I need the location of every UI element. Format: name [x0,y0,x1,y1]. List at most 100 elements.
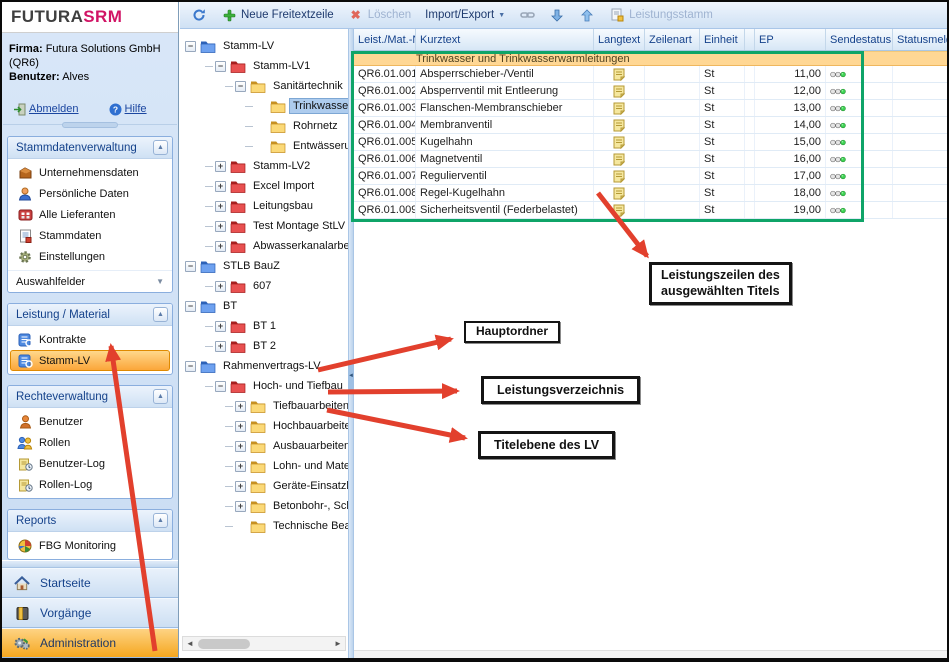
expand-node-icon[interactable]: + [235,501,246,512]
collapse-node-icon[interactable]: − [185,361,196,372]
cell-langtext[interactable] [594,202,645,218]
menu-section-header[interactable]: Reports▲ [8,510,172,532]
cell-langtext[interactable] [594,151,645,167]
expand-node-icon[interactable]: + [235,401,246,412]
tree-node[interactable]: +Stamm-LV2 [185,156,348,176]
scroll-left-icon[interactable]: ◄ [183,639,197,648]
column-header-EP[interactable]: EP [755,29,826,50]
expand-node-icon[interactable]: + [215,281,226,292]
collapse-node-icon[interactable]: − [185,261,196,272]
column-header-Kurztext[interactable]: Kurztext [416,29,594,50]
sidebar-item-persönliche-daten[interactable]: Persönliche Daten [10,183,170,204]
tree-node[interactable]: −STLB BauZ [185,256,348,276]
tree-node[interactable]: Entwässerung [185,136,348,156]
table-row[interactable]: QR6.01.0010Absperrschieber-/VentilSt11,0… [354,66,947,83]
tree-node[interactable]: +Geräte-Einsatzliste [185,476,348,496]
table-row[interactable]: QR6.01.0060MagnetventilSt16,00 [354,151,947,168]
expand-node-icon[interactable]: + [215,241,226,252]
collapse-node-icon[interactable]: − [185,41,196,52]
tree-node[interactable]: +Ausbauarbeiten [185,436,348,456]
tree-node[interactable]: −Stamm-LV1 [185,56,348,76]
nav-item-startseite[interactable]: Startseite [2,568,178,598]
cell-langtext[interactable] [594,83,645,99]
toolbar-new-freitext-row-button[interactable]: Neue Freitextzeile [215,5,340,25]
table-row[interactable]: QR6.01.0020Absperrventil mit EntleerungS… [354,83,947,100]
tree-node[interactable]: −Hoch- und Tiefbau [185,376,348,396]
sidebar-splitter[interactable] [3,124,177,132]
tree-node[interactable]: +Betonbohr-, Schneid [185,496,348,516]
table-row[interactable]: QR6.01.0050KugelhahnSt15,00 [354,134,947,151]
table-row[interactable]: QR6.01.0080Regel-KugelhahnSt18,00 [354,185,947,202]
tree-node[interactable]: +Tiefbauarbeiten [185,396,348,416]
tree-horizontal-scrollbar[interactable]: ◄ ► [182,636,346,651]
collapse-node-icon[interactable]: − [215,381,226,392]
scrollbar-thumb[interactable] [198,639,250,649]
nav-item-vorgänge[interactable]: Vorgänge [2,598,178,628]
sidebar-item-benutzer[interactable]: Benutzer [10,411,170,432]
sidebar-item-fbg-monitoring[interactable]: FBG Monitoring [10,535,170,556]
sidebar-item-rollen[interactable]: Rollen [10,432,170,453]
sidebar-item-benutzer-log[interactable]: Benutzer-Log [10,453,170,474]
sidebar-item-einstellungen[interactable]: Einstellungen [10,246,170,267]
tree-node[interactable]: Technische Bearbeit [185,516,348,536]
sidebar-item-stammdaten[interactable]: Stammdaten [10,225,170,246]
cell-langtext[interactable] [594,185,645,201]
toolbar-import-export-button[interactable]: Import/Export▼ [419,7,511,23]
collapse-node-icon[interactable]: − [185,301,196,312]
cell-langtext[interactable] [594,134,645,150]
sidebar-item-stamm-lv[interactable]: Stamm-LV [10,350,170,371]
collapse-icon[interactable]: ▲ [153,389,168,404]
menu-section-header[interactable]: Leistung / Material▲ [8,304,172,326]
toolbar-move-up-button[interactable] [573,5,601,25]
tree-node[interactable]: +607 [185,276,348,296]
sidebar-item-auswahlfelder[interactable]: Auswahlfelder▼ [8,270,172,292]
table-row[interactable]: QR6.01.0090Sicherheitsventil (Federbelas… [354,202,947,219]
cell-langtext[interactable] [594,66,645,82]
tree-node[interactable]: −Rahmenvertrags-LV [185,356,348,376]
menu-section-header[interactable]: Rechteverwaltung▲ [8,386,172,408]
sidebar-item-kontrakte[interactable]: Kontrakte [10,329,170,350]
table-group-row[interactable]: Trinkwasser und Trinkwasserwarmleitungen [354,51,947,66]
collapse-icon[interactable]: ▲ [153,513,168,528]
tree-node[interactable]: Rohrnetz [185,116,348,136]
expand-node-icon[interactable]: + [215,201,226,212]
expand-node-icon[interactable]: + [215,321,226,332]
tree-node[interactable]: +BT 2 [185,336,348,356]
tree-node[interactable]: +Abwasserkanalarbeiten [185,236,348,256]
bottom-nav-splitter[interactable] [2,560,178,568]
column-header-Zeilenart[interactable]: Zeilenart [645,29,700,50]
tree-node[interactable]: +Hochbauarbeiten [185,416,348,436]
tree-node[interactable]: Trinkwasser und [185,96,348,116]
tree-node[interactable]: +Lohn- und Material-F [185,456,348,476]
column-header-Sendestatus[interactable]: Sendestatus [826,29,893,50]
cell-langtext[interactable] [594,168,645,184]
expand-node-icon[interactable]: + [215,161,226,172]
nav-item-administration[interactable]: Administration [2,628,178,658]
cell-langtext[interactable] [594,100,645,116]
cell-langtext[interactable] [594,117,645,133]
column-header-Statusmeldung[interactable]: Statusmeldung [893,29,949,50]
collapse-icon[interactable]: ▲ [153,140,168,155]
sidebar-item-alle-lieferanten[interactable]: Alle Lieferanten [10,204,170,225]
column-header-Leist./Mat.-Nr.[interactable]: Leist./Mat.-Nr. [354,29,416,50]
expand-node-icon[interactable]: + [215,341,226,352]
expand-node-icon[interactable]: + [235,461,246,472]
sidebar-item-unternehmensdaten[interactable]: Unternehmensdaten [10,162,170,183]
tree-node[interactable]: −Stamm-LV [185,36,348,56]
chevron-down-icon[interactable]: ▼ [498,12,505,19]
table-row[interactable]: QR6.01.0030Flanschen-MembranschieberSt13… [354,100,947,117]
column-header-spacer[interactable] [745,29,755,50]
tree-node[interactable]: −BT [185,296,348,316]
column-header-Einheit[interactable]: Einheit [700,29,745,50]
help-link[interactable]: ?Hilfe [109,102,147,116]
tree-node[interactable]: +BT 1 [185,316,348,336]
menu-section-header[interactable]: Stammdatenverwaltung▲ [8,137,172,159]
sidebar-item-rollen-log[interactable]: Rollen-Log [10,474,170,495]
logout-link[interactable]: Abmelden [13,102,79,116]
tree-node[interactable]: +Excel Import [185,176,348,196]
toolbar-refresh-button[interactable] [185,5,213,25]
collapse-node-icon[interactable]: − [235,81,246,92]
expand-node-icon[interactable]: + [235,481,246,492]
expand-node-icon[interactable]: + [235,441,246,452]
scroll-right-icon[interactable]: ► [331,639,345,648]
